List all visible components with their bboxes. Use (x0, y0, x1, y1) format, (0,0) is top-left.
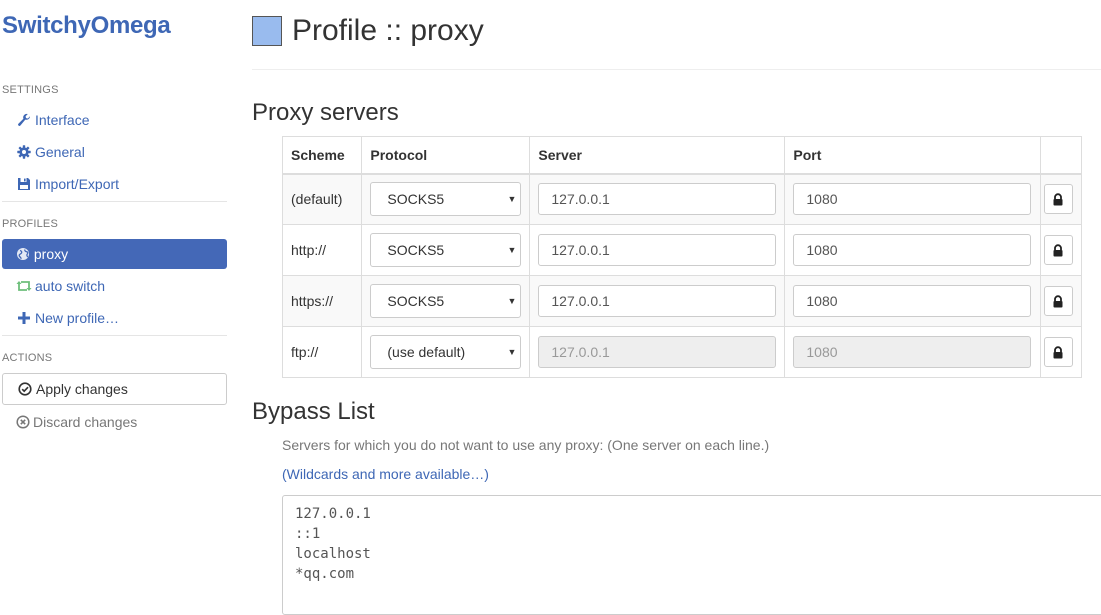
column-header-port: Port (784, 136, 1041, 175)
port-input[interactable]: 1080 (793, 285, 1032, 317)
sidebar-item-proxy[interactable]: proxy (2, 239, 227, 269)
sidebar-item-label: Import/Export (35, 176, 120, 192)
port-input: 1080 (793, 336, 1032, 368)
discard-changes-button[interactable]: Discard changes (16, 411, 137, 433)
gear-icon (16, 141, 32, 163)
table-header-row: Scheme Protocol Server Port (281, 136, 1083, 175)
port-input[interactable]: 1080 (793, 234, 1032, 266)
bypass-entry: ::1 (295, 526, 321, 542)
floppy-icon (16, 173, 32, 195)
server-input[interactable]: 127.0.0.1 (538, 285, 777, 317)
port-input[interactable]: 1080 (793, 183, 1032, 216)
caret-down-icon: ▼ (507, 245, 517, 255)
page-header: Profile :: proxy (252, 14, 484, 47)
page-title: Profile :: proxy (292, 14, 484, 47)
bypass-list-textarea[interactable]: 127.0.0.1::1localhost*qq.com (282, 495, 1101, 615)
scheme-cell: (default) (281, 173, 363, 225)
caret-down-icon: ▼ (507, 194, 517, 205)
discard-label: Discard changes (33, 414, 138, 430)
server-input[interactable]: 127.0.0.1 (538, 234, 777, 266)
sidebar-item-label: New profile… (35, 310, 120, 326)
caret-down-icon: ▼ (507, 296, 517, 306)
sidebar-divider (2, 201, 227, 202)
auth-lock-button[interactable] (1043, 235, 1073, 265)
apply-label: Apply changes (36, 381, 128, 397)
header-divider (252, 69, 1101, 70)
retweet-icon (16, 275, 32, 297)
column-header-actions (1039, 136, 1083, 175)
sidebar-item-new-profile[interactable]: New profile… (16, 307, 119, 329)
bypass-help-text: Servers for which you do not want to use… (282, 437, 770, 453)
settings-header: SETTINGS (2, 84, 59, 96)
sidebar-item-general[interactable]: General (16, 141, 85, 163)
table-row: ftp:// (use default) ▼ 127.0.0.1 1080 (281, 326, 1083, 378)
auth-lock-button[interactable] (1043, 337, 1073, 367)
protocol-value: SOCKS5 (387, 242, 445, 258)
server-input[interactable]: 127.0.0.1 (538, 183, 777, 216)
bypass-entry: localhost (295, 546, 371, 562)
wrench-icon (16, 109, 32, 131)
check-circle-icon (18, 382, 32, 396)
sidebar-item-label: proxy (33, 246, 69, 262)
auth-lock-button[interactable] (1043, 286, 1073, 316)
table-row: http:// SOCKS5 ▼ 127.0.0.1 1080 (281, 224, 1083, 276)
column-header-scheme: Scheme (281, 136, 363, 175)
protocol-select[interactable]: SOCKS5 ▼ (370, 233, 522, 267)
sidebar-item-import-export[interactable]: Import/Export (16, 173, 119, 195)
sidebar-item-interface[interactable]: Interface (16, 109, 89, 131)
globe-icon (16, 246, 34, 262)
sidebar-item-label: General (35, 144, 85, 160)
lock-icon (1053, 345, 1063, 358)
brand-logo[interactable]: SwitchyOmega (2, 12, 171, 40)
protocol-select[interactable]: (use default) ▼ (370, 335, 522, 369)
actions-header: ACTIONS (2, 352, 53, 364)
table-row: https:// SOCKS5 ▼ 127.0.0.1 1080 (281, 275, 1083, 327)
sidebar-item-label: auto switch (35, 278, 106, 294)
sidebar-item-auto-switch[interactable]: auto switch (16, 275, 105, 297)
protocol-select[interactable]: SOCKS5 ▼ (370, 182, 522, 217)
wildcards-help-link[interactable]: (Wildcards and more available…) (282, 466, 489, 482)
bypass-entry: *qq.com (295, 566, 355, 582)
scheme-cell: http:// (281, 224, 363, 276)
lock-icon (1053, 243, 1063, 256)
proxy-servers-table: Scheme Protocol Server Port (default) SO… (281, 136, 1083, 378)
bypass-entry: 127.0.0.1 (295, 506, 371, 522)
auth-lock-button[interactable] (1043, 184, 1073, 215)
protocol-value: SOCKS5 (387, 293, 445, 309)
bypass-list-title: Bypass List (252, 398, 375, 425)
sidebar: SwitchyOmega SETTINGS Interface General … (0, 0, 240, 598)
sidebar-divider (2, 335, 227, 336)
plus-icon (16, 307, 32, 329)
profile-color-swatch[interactable] (252, 16, 282, 46)
apply-changes-button[interactable]: Apply changes (2, 373, 227, 405)
sidebar-item-label: Interface (35, 112, 90, 128)
protocol-value: SOCKS5 (387, 191, 445, 208)
times-circle-icon (16, 415, 30, 429)
main-content: Profile :: proxy Proxy servers Scheme Pr… (252, 0, 1101, 615)
lock-icon (1053, 294, 1063, 307)
caret-down-icon: ▼ (507, 347, 517, 357)
column-header-protocol: Protocol (361, 136, 531, 175)
protocol-select[interactable]: SOCKS5 ▼ (370, 284, 522, 318)
proxy-servers-title: Proxy servers (252, 99, 399, 126)
server-input: 127.0.0.1 (538, 336, 777, 368)
protocol-value: (use default) (387, 344, 466, 360)
column-header-server: Server (529, 136, 786, 175)
lock-icon (1053, 193, 1063, 206)
profiles-header: PROFILES (2, 218, 59, 230)
scheme-cell: https:// (281, 275, 363, 327)
scheme-cell: ftp:// (281, 326, 363, 378)
table-row: (default) SOCKS5 ▼ 127.0.0.1 1080 (281, 173, 1083, 225)
